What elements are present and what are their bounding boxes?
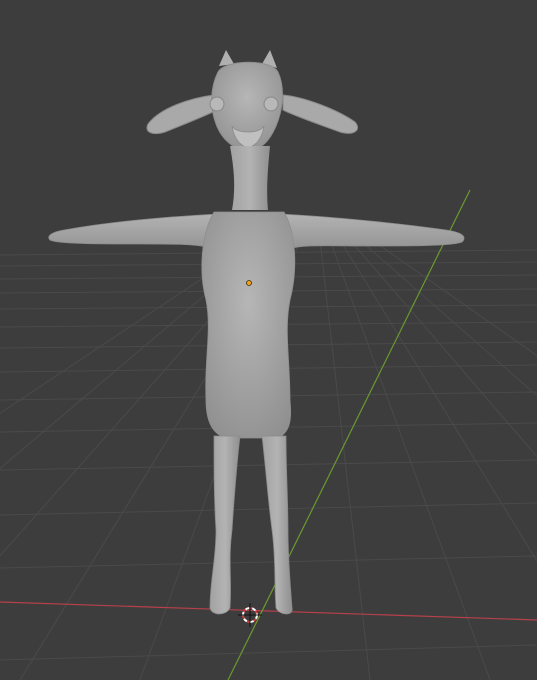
torso: [201, 211, 296, 439]
right-arm: [279, 213, 465, 251]
right-leg: [261, 435, 293, 615]
left-eye: [209, 96, 225, 112]
neck: [230, 146, 270, 210]
goat-model[interactable]: [48, 50, 465, 615]
left-horn: [219, 50, 234, 66]
x-axis-line: [0, 601, 537, 621]
left-arm: [48, 213, 221, 251]
right-eye: [263, 96, 279, 112]
3d-cursor[interactable]: [238, 603, 262, 627]
object-origin-marker[interactable]: [246, 280, 252, 286]
left-leg: [209, 435, 241, 615]
left-ear: [146, 94, 218, 135]
right-ear: [282, 94, 359, 134]
3d-viewport[interactable]: [0, 0, 537, 680]
